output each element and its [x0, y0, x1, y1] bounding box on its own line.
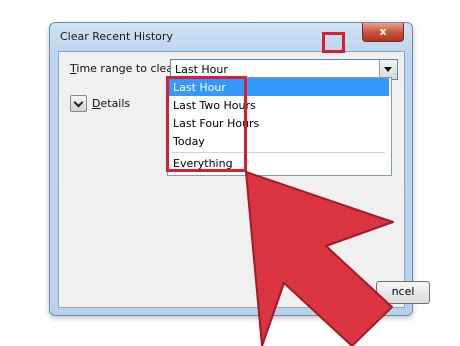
dropdown-options-highlight-box	[166, 76, 247, 172]
watermark-bold: wiki	[394, 325, 424, 340]
chevron-down-icon	[384, 67, 392, 72]
close-button[interactable]: x	[362, 23, 404, 42]
chevron-down-icon	[73, 97, 84, 108]
cancel-button[interactable]: ncel	[376, 281, 430, 304]
watermark-rest: How	[423, 325, 452, 340]
details-label[interactable]: Details	[92, 97, 130, 110]
details-expander-button[interactable]	[70, 95, 87, 112]
details-label-text: etails	[100, 97, 131, 110]
clear-now-button[interactable]: C	[305, 281, 343, 304]
cancel-button-label: ncel	[391, 285, 415, 298]
title-bar[interactable]: Clear Recent History x	[50, 23, 412, 49]
time-range-label: Time range to clear:	[70, 62, 181, 75]
dropdown-arrow-highlight-box	[322, 32, 345, 53]
close-icon: x	[379, 25, 387, 38]
clear-now-button-label: C	[320, 285, 328, 298]
time-range-label-text: ime range to clear:	[76, 62, 182, 75]
time-range-selected-value: Last Hour	[175, 63, 228, 76]
dialog-title: Clear Recent History	[60, 30, 173, 43]
wikihow-watermark: wikiHow	[394, 325, 452, 340]
